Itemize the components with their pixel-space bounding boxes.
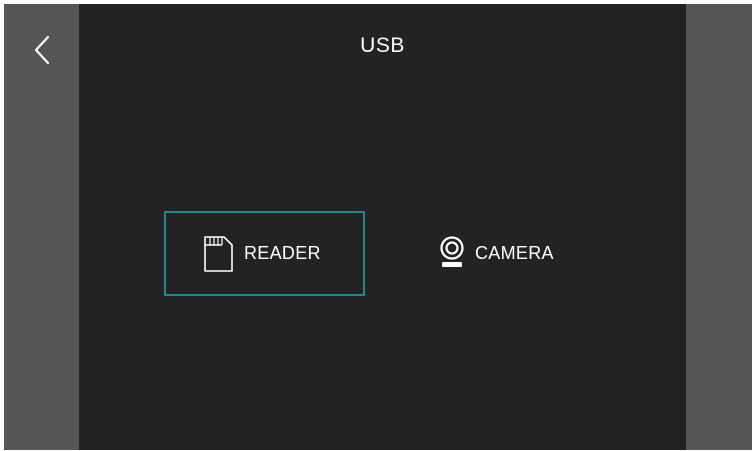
- reader-option[interactable]: READER: [164, 211, 365, 296]
- main-panel: USB READER CAMERA: [79, 4, 686, 450]
- usb-screen: USB READER CAMERA: [4, 4, 752, 450]
- chevron-left-icon: [34, 35, 50, 65]
- camera-label: CAMERA: [475, 243, 554, 263]
- back-button[interactable]: [28, 32, 56, 68]
- reader-label: READER: [244, 243, 321, 263]
- webcam-icon: [439, 235, 465, 272]
- left-side-panel: [4, 4, 79, 450]
- right-side-panel: [686, 4, 752, 450]
- sd-card-icon: [202, 234, 234, 274]
- camera-option[interactable]: CAMERA: [431, 211, 631, 296]
- page-title: USB: [360, 34, 405, 57]
